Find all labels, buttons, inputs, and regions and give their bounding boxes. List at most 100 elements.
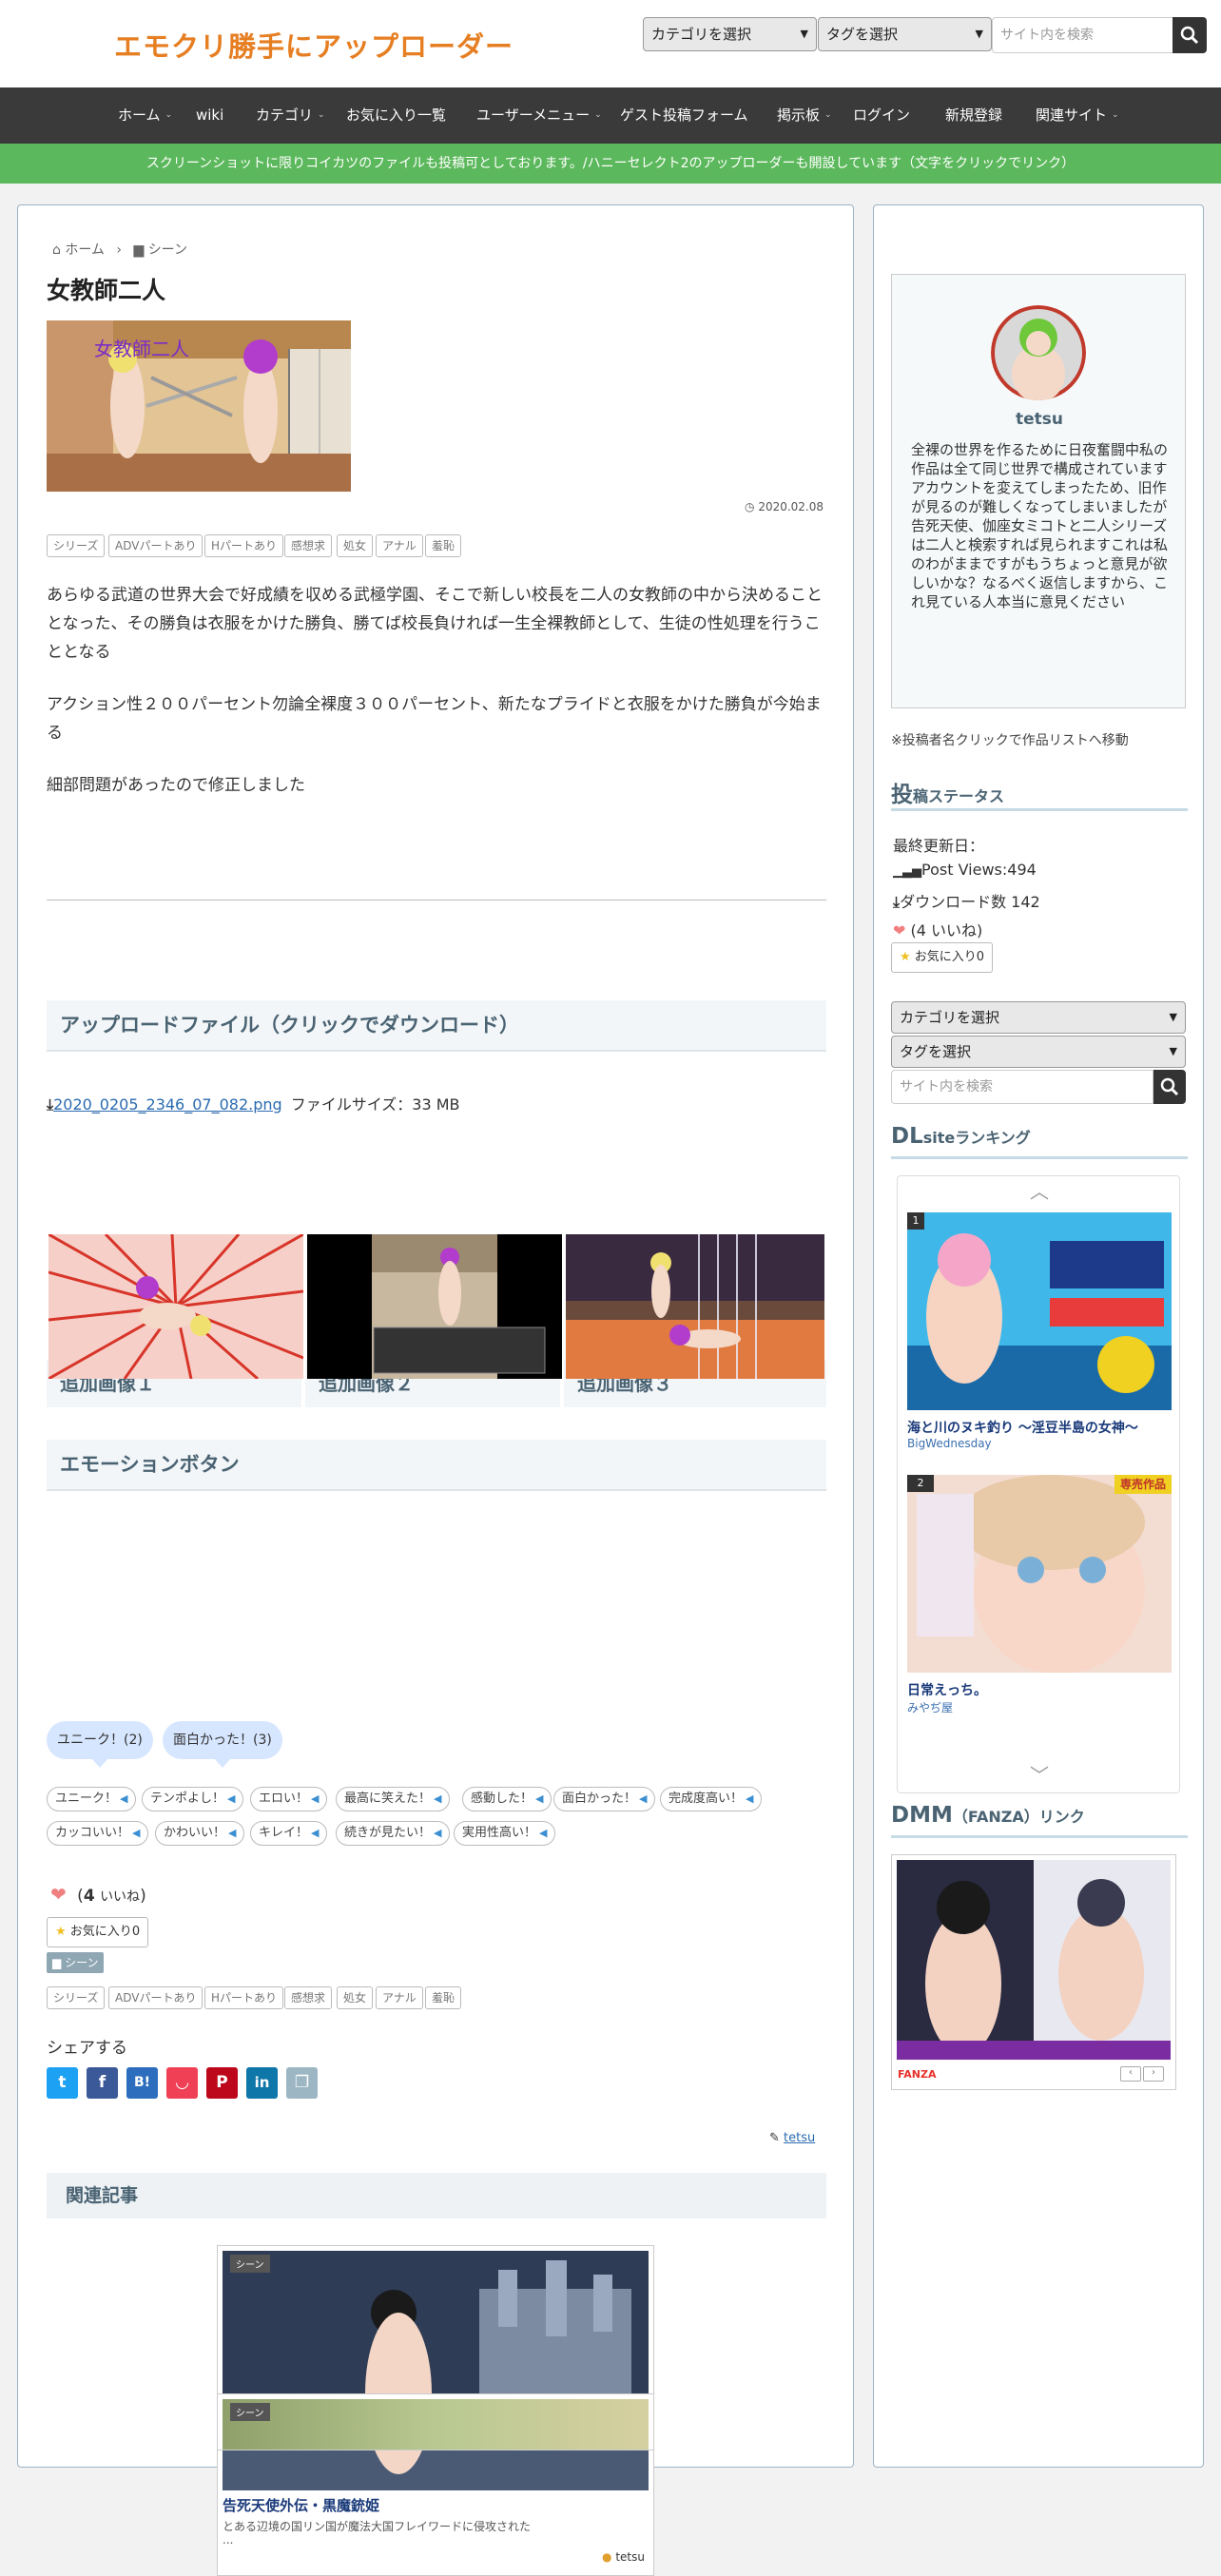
- emotion-button[interactable]: エロい！ ◀: [250, 1787, 328, 1811]
- dmm-banner-image[interactable]: [897, 1860, 1171, 2060]
- breadcrumb-home[interactable]: ホーム: [65, 242, 105, 258]
- dlsite-heading-initial: DL: [891, 1124, 923, 1149]
- tag-chip[interactable]: Hパートあり: [204, 534, 284, 557]
- sidebar-search-button[interactable]: [1153, 1070, 1186, 1104]
- post-date: ◷ 2020.02.08: [745, 500, 824, 513]
- nav-item-wiki[interactable]: wiki: [196, 87, 223, 144]
- nav-item-home[interactable]: ホーム ⌄: [118, 87, 172, 144]
- emotion-button[interactable]: かわいい！ ◀: [155, 1821, 245, 1846]
- tag-chip[interactable]: アナル: [376, 534, 423, 557]
- breadcrumb-category[interactable]: シーン: [148, 242, 187, 258]
- chevron-down-icon[interactable]: ﹀: [898, 1760, 1181, 1788]
- site-logo[interactable]: エモクリ勝手にアップローダー: [114, 25, 514, 65]
- like-row[interactable]: ❤ (4 いいね): [50, 1883, 146, 1906]
- nav-item-category[interactable]: カテゴリ ⌄: [256, 87, 325, 144]
- related-card-title[interactable]: 告死天使外伝・黒魔銃姫: [223, 2495, 379, 2515]
- dlsite-item-title[interactable]: 海と川のヌキ釣り ～淫豆半島の女神～: [907, 1418, 1138, 1437]
- tag-chip[interactable]: 感想求: [284, 534, 333, 557]
- share-pocket-button[interactable]: ◡: [166, 2067, 198, 2099]
- nav-item-bbs[interactable]: 掲示板 ⌄: [777, 87, 832, 144]
- avatar[interactable]: [991, 305, 1086, 400]
- share-twitter-button[interactable]: t: [47, 2067, 78, 2099]
- pocket-icon: ◡: [175, 2073, 189, 2092]
- tag-chip[interactable]: 処女: [337, 1986, 374, 2009]
- nav-item-user-menu[interactable]: ユーザーメニュー ⌄: [476, 87, 602, 144]
- tag-chip[interactable]: 処女: [337, 534, 374, 557]
- nav-item-favorites[interactable]: お気に入り一覧: [346, 87, 446, 144]
- sidebar-search-input[interactable]: サイト内を検索: [891, 1070, 1153, 1104]
- download-count: ⤓ダウンロード数 142: [893, 889, 1040, 912]
- nav-item-register[interactable]: 新規登録: [945, 87, 1002, 144]
- tag-chip[interactable]: アナル: [376, 1986, 423, 2009]
- emotion-button[interactable]: 続きが見たい！ ◀: [336, 1821, 451, 1846]
- sidebar-category-select[interactable]: カテゴリを選択 ▼: [891, 1001, 1186, 1034]
- tag-chip[interactable]: 羞恥: [425, 1986, 462, 2009]
- tag-chip[interactable]: シリーズ: [47, 1986, 106, 2009]
- dlsite-item-maker[interactable]: BigWednesday: [907, 1437, 992, 1450]
- share-facebook-button[interactable]: f: [87, 2067, 118, 2099]
- emotion-button[interactable]: テンポよし！ ◀: [142, 1787, 244, 1811]
- dlsite-item-maker[interactable]: みやぢ屋: [907, 1699, 953, 1715]
- author-link-row[interactable]: ✎ tetsu: [769, 2131, 815, 2145]
- emotion-button[interactable]: ユニーク！ ◀: [47, 1787, 137, 1811]
- nav-label: 新規登録: [945, 107, 1003, 124]
- send-icon: ◀: [132, 1827, 141, 1839]
- extra-image-1[interactable]: [48, 1234, 303, 1379]
- notice-bar[interactable]: スクリーンショットに限りコイカツのファイルも投稿可としております。/ハニーセレク…: [0, 144, 1221, 184]
- tag-chip[interactable]: ADVパートあり: [108, 534, 204, 557]
- related-card-author: ● tetsu: [602, 2550, 645, 2564]
- emotion-button[interactable]: キレイ！ ◀: [250, 1821, 328, 1846]
- dlsite-item-image[interactable]: 1: [907, 1212, 1172, 1410]
- nav-label: ホーム: [118, 107, 161, 124]
- share-hatena-button[interactable]: B!: [126, 2067, 158, 2099]
- sidebar-like-row[interactable]: ❤ (4 いいね): [893, 918, 982, 940]
- favorite-button[interactable]: ★ お気に入り0: [47, 1917, 149, 1947]
- profile-note: ※投稿者名クリックで作品リストへ移動: [891, 733, 1129, 748]
- sidebar-category-select-label: カテゴリを選択: [900, 1009, 1000, 1026]
- tag-chip[interactable]: ADVパートあり: [108, 1986, 204, 2009]
- emotion-button[interactable]: 感動した！ ◀: [462, 1787, 552, 1811]
- profile-bio: 全裸の世界を作るために日夜奮闘中私の作品は全て同じ世界で構成されていますアカウン…: [911, 441, 1169, 610]
- emotion-button[interactable]: 最高に笑えた！ ◀: [336, 1787, 451, 1811]
- share-copy-button[interactable]: ❐: [286, 2067, 318, 2099]
- emotion-button[interactable]: 実用性高い！ ◀: [454, 1821, 556, 1846]
- extra-image-2[interactable]: [307, 1234, 562, 1379]
- favorite-count: 0: [131, 1925, 141, 1939]
- profile-name[interactable]: tetsu: [892, 410, 1187, 429]
- upload-file-link[interactable]: 2020_0205_2346_07_082.png: [53, 1095, 282, 1114]
- tag-chip[interactable]: 羞恥: [425, 534, 462, 557]
- dlsite-item-image[interactable]: 2 専売作品: [907, 1475, 1172, 1673]
- sidebar-tag-select[interactable]: タグを選択 ▼: [891, 1036, 1186, 1068]
- header-category-select[interactable]: カテゴリを選択 ▼: [643, 17, 817, 51]
- star-icon: ★: [55, 1925, 67, 1939]
- extra-image-3[interactable]: [566, 1234, 824, 1379]
- author-link[interactable]: tetsu: [784, 2131, 815, 2145]
- emotion-button[interactable]: 面白かった！ ◀: [553, 1787, 656, 1811]
- article-paragraph: アクション性２００パーセント勿論全裸度３００パーセント、新たなプライドと衣服をか…: [47, 695, 822, 743]
- nav-item-guest-post[interactable]: ゲスト投稿フォーム: [620, 87, 748, 144]
- status-heading-initial: 投: [891, 783, 913, 807]
- tag-chip[interactable]: シリーズ: [47, 534, 106, 557]
- nav-item-login[interactable]: ログイン: [853, 87, 910, 144]
- tag-chip[interactable]: Hパートあり: [204, 1986, 284, 2009]
- tag-chip[interactable]: 感想求: [284, 1986, 333, 2009]
- header-search-button[interactable]: [1173, 17, 1207, 53]
- chevron-up-icon[interactable]: ︿: [898, 1176, 1181, 1204]
- category-badge[interactable]: ▆ シーン: [47, 1952, 105, 1973]
- share-pinterest-button[interactable]: P: [206, 2067, 238, 2099]
- share-linkedin-button[interactable]: in: [246, 2067, 278, 2099]
- dmm-next-button[interactable]: ›: [1143, 2066, 1164, 2082]
- emotion-label: 面白かった！: [562, 1792, 637, 1806]
- favorite-label: お気に入り: [69, 1925, 132, 1939]
- sidebar-favorite-button[interactable]: ★ お気に入り0: [891, 942, 994, 973]
- nav-item-related-sites[interactable]: 関連サイト ⌄: [1036, 87, 1119, 144]
- header-search-input[interactable]: サイト内を検索: [992, 17, 1174, 53]
- related-card[interactable]: シーン: [217, 2393, 654, 2450]
- dmm-prev-button[interactable]: ‹: [1120, 2066, 1141, 2082]
- header-tag-select[interactable]: タグを選択 ▼: [818, 17, 992, 51]
- sidebar: tetsu 全裸の世界を作るために日夜奮闘中私の作品は全て同じ世界で構成されてい…: [873, 204, 1204, 2468]
- emotion-button[interactable]: 完成度高い！ ◀: [660, 1787, 763, 1811]
- article-paragraph: あらゆる武道の世界大会で好成績を収める武極学園、そこで新しい校長を二人の女教師の…: [47, 586, 823, 662]
- dlsite-item-title[interactable]: 日常えっち。: [907, 1680, 987, 1699]
- emotion-button[interactable]: カッコいい！ ◀: [47, 1821, 149, 1846]
